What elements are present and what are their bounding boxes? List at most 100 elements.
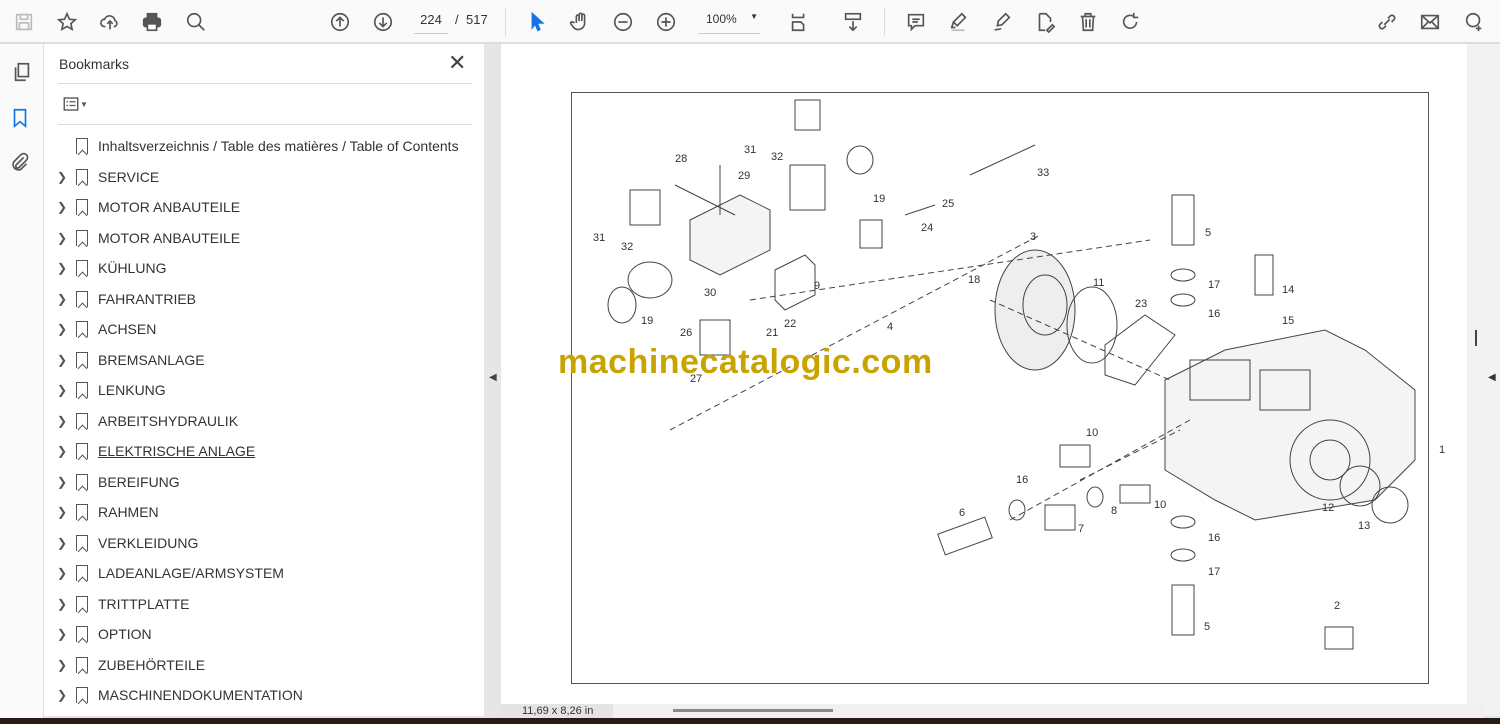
bookmark-label: LENKUNG (98, 382, 166, 398)
zoom-in-icon[interactable] (652, 8, 680, 36)
right-rail: ◀ (1484, 44, 1500, 716)
scroll-mode-icon[interactable] (839, 8, 867, 36)
bookmark-item[interactable]: Inhaltsverzeichnis / Table des matières … (54, 133, 459, 159)
add-user-icon[interactable] (1460, 8, 1488, 36)
chevron-right-icon[interactable]: ❯ (54, 414, 70, 428)
share-link-icon[interactable] (1373, 8, 1401, 36)
chevron-right-icon[interactable]: ❯ (54, 444, 70, 458)
cloud-upload-icon[interactable] (96, 8, 124, 36)
attachment-icon[interactable] (6, 148, 34, 176)
comment-icon[interactable] (902, 8, 930, 36)
chevron-right-icon[interactable]: ❯ (54, 383, 70, 397)
chevron-right-icon[interactable]: ❯ (54, 536, 70, 550)
bookmark-item[interactable]: ❯ SERVICE (54, 164, 159, 190)
part-number-label: 10 (1154, 499, 1167, 511)
chevron-right-icon[interactable]: ❯ (54, 627, 70, 641)
sign-icon[interactable] (988, 8, 1016, 36)
zoom-value: 100% (706, 12, 737, 26)
close-panel-button[interactable]: ✕ (448, 50, 466, 76)
drawing-frame (571, 92, 1429, 684)
bookmark-item[interactable]: ❯ LENKUNG (54, 377, 166, 403)
chevron-right-icon[interactable]: ❯ (54, 261, 70, 275)
bookmark-item[interactable]: ❯ MOTOR ANBAUTEILE (54, 194, 240, 220)
chevron-right-icon[interactable]: ❯ (54, 688, 70, 702)
bookmark-icon (76, 260, 88, 276)
bookmark-label: KÜHLUNG (98, 260, 167, 276)
delete-icon[interactable] (1074, 8, 1102, 36)
chevron-right-icon[interactable]: ❯ (54, 597, 70, 611)
part-number-label: 17 (1208, 279, 1221, 291)
bookmark-item[interactable]: ❯ ACHSEN (54, 316, 156, 342)
chevron-right-icon[interactable]: ❯ (54, 505, 70, 519)
star-icon[interactable] (53, 8, 81, 36)
page-down-icon[interactable] (369, 8, 397, 36)
bookmark-icon (76, 443, 88, 459)
part-number-label: 26 (680, 327, 693, 339)
email-icon[interactable] (1416, 8, 1444, 36)
bookmarks-icon[interactable] (6, 104, 34, 132)
bookmark-item[interactable]: ❯ MOTOR ANBAUTEILE (54, 225, 240, 251)
rotate-icon[interactable] (1117, 8, 1145, 36)
bookmark-item[interactable]: ❯ FAHRANTRIEB (54, 286, 196, 312)
bookmark-icon (76, 412, 88, 429)
zoom-level-select[interactable]: 100% ▼ (698, 12, 760, 34)
bookmark-item[interactable]: ❯ LADEANLAGE/ARMSYSTEM (54, 560, 284, 586)
bookmark-icon (76, 565, 88, 581)
select-arrow-icon[interactable] (523, 8, 551, 36)
chevron-right-icon[interactable]: ❯ (54, 322, 70, 336)
bookmark-icon (76, 626, 88, 642)
hand-icon[interactable] (566, 8, 594, 36)
bookmark-item[interactable]: ❯ ZUBEHÖRTEILE (54, 652, 205, 678)
pages-thumbnail-icon[interactable] (8, 58, 36, 86)
bookmark-icon (76, 199, 88, 215)
page-up-icon[interactable] (326, 8, 354, 36)
bookmark-item[interactable]: ❯ BEREIFUNG (54, 469, 180, 495)
vertical-scrollbar[interactable] (1467, 44, 1484, 704)
bookmark-item[interactable]: ❯ TRITTPLATTE (54, 591, 190, 617)
taskbar (0, 718, 1500, 724)
bookmark-item[interactable]: ❯ BREMSANLAGE (54, 347, 205, 373)
bookmark-item[interactable]: ❯ ARBEITSHYDRAULIK (54, 408, 238, 434)
part-number-label: 32 (621, 241, 634, 253)
bookmark-item[interactable]: ❯ OPTION (54, 621, 152, 647)
bookmark-icon (76, 504, 88, 520)
part-number-label: 5 (1205, 227, 1212, 239)
bookmark-label: ACHSEN (98, 321, 157, 337)
bookmark-item[interactable]: ❯ VERKLEIDUNG (54, 530, 198, 556)
chevron-right-icon[interactable]: ❯ (54, 353, 70, 367)
edit-pdf-icon[interactable] (1031, 8, 1059, 36)
part-number-label: 22 (784, 318, 797, 330)
collapse-panel-icon[interactable]: ◀ (489, 372, 497, 383)
part-number-label: 24 (921, 222, 934, 234)
expand-right-panel-icon[interactable]: ◀ (1488, 372, 1496, 383)
chevron-right-icon[interactable]: ❯ (54, 292, 70, 306)
part-number-label: 17 (1208, 566, 1221, 578)
bookmark-item[interactable]: ❯ RAHMEN (54, 499, 159, 525)
bookmark-label: TRITTPLATTE (98, 595, 190, 612)
zoom-out-icon[interactable] (609, 8, 637, 36)
chevron-right-icon[interactable]: ❯ (54, 475, 70, 489)
chevron-right-icon[interactable]: ❯ (54, 658, 70, 672)
part-number-label: 9 (814, 280, 821, 292)
save-icon[interactable] (10, 8, 38, 36)
part-number-label: 29 (738, 170, 751, 182)
bookmark-item[interactable]: ❯ ELEKTRISCHE ANLAGE (54, 438, 255, 464)
page-number-input[interactable]: 224 (414, 12, 448, 34)
bookmark-item[interactable]: ❯ KÜHLUNG (54, 255, 166, 281)
part-number-label: 28 (675, 153, 688, 165)
bookmark-icon (76, 229, 88, 246)
part-number-label: 16 (1208, 308, 1221, 320)
bookmark-item[interactable]: ❯ MASCHINENDOKUMENTATION (54, 682, 303, 708)
horizontal-scrollbar[interactable] (673, 709, 833, 712)
search-zoom-icon[interactable] (182, 8, 210, 36)
chevron-right-icon[interactable]: ❯ (54, 231, 70, 245)
part-number-label: 19 (873, 193, 886, 205)
bookmark-options-button[interactable]: ▼ (58, 90, 92, 118)
highlight-icon[interactable] (945, 8, 973, 36)
chevron-right-icon[interactable]: ❯ (54, 200, 70, 214)
chevron-right-icon[interactable]: ❯ (54, 566, 70, 580)
page-fit-icon[interactable] (785, 8, 813, 36)
chevron-right-icon[interactable]: ❯ (54, 170, 70, 184)
part-number-label: 11 (1093, 277, 1105, 289)
print-icon[interactable] (138, 8, 166, 36)
